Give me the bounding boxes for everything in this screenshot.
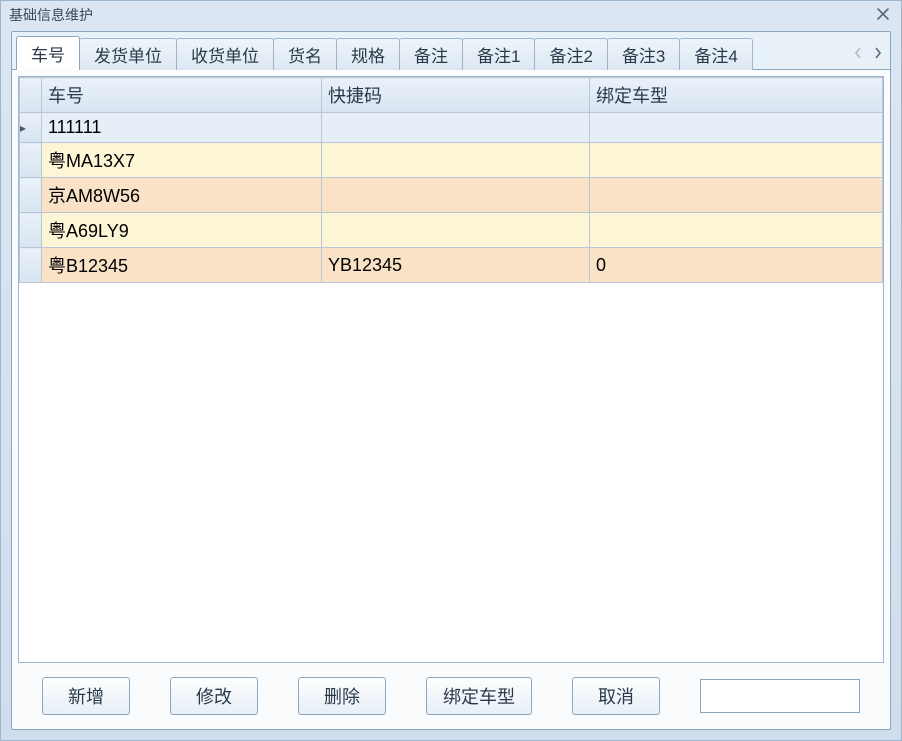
cell-shortcut[interactable] bbox=[322, 113, 590, 143]
tabs-scroll bbox=[842, 37, 890, 69]
cell-bound-model[interactable] bbox=[590, 213, 883, 248]
table-row[interactable]: 粤MA13X7 bbox=[20, 143, 883, 178]
cancel-button[interactable]: 取消 bbox=[572, 677, 660, 715]
cell-shortcut[interactable]: YB12345 bbox=[322, 248, 590, 283]
cell-bound-model[interactable]: 0 bbox=[590, 248, 883, 283]
close-icon bbox=[876, 7, 890, 21]
table-row[interactable]: ▸ 111111 bbox=[20, 113, 883, 143]
cell-vehicle[interactable]: 粤A69LY9 bbox=[42, 213, 322, 248]
tab-label: 发货单位 bbox=[94, 42, 162, 67]
row-header-corner bbox=[20, 78, 42, 113]
cell-shortcut[interactable] bbox=[322, 213, 590, 248]
data-grid[interactable]: 车号 快捷码 绑定车型 ▸ 111111 粤MA13X7 bbox=[19, 77, 883, 283]
tabs-row: 车号 发货单位 收货单位 货名 规格 备注 备注1 备注2 备注3 备注4 bbox=[12, 32, 890, 70]
table-row[interactable]: 粤A69LY9 bbox=[20, 213, 883, 248]
tab-goods[interactable]: 货名 bbox=[273, 38, 337, 70]
tab-remark1[interactable]: 备注1 bbox=[462, 38, 535, 70]
tab-label: 备注1 bbox=[477, 42, 520, 67]
cell-bound-model[interactable] bbox=[590, 113, 883, 143]
col-header-vehicle[interactable]: 车号 bbox=[42, 78, 322, 113]
tab-shipper[interactable]: 发货单位 bbox=[79, 38, 177, 70]
search-input[interactable] bbox=[700, 679, 860, 713]
edit-button[interactable]: 修改 bbox=[170, 677, 258, 715]
tab-label: 收货单位 bbox=[191, 42, 259, 67]
col-header-bound-model[interactable]: 绑定车型 bbox=[590, 78, 883, 113]
cell-shortcut[interactable] bbox=[322, 143, 590, 178]
tab-label: 货名 bbox=[288, 42, 322, 67]
col-header-shortcut[interactable]: 快捷码 bbox=[322, 78, 590, 113]
tab-remark3[interactable]: 备注3 bbox=[607, 38, 680, 70]
tab-spec[interactable]: 规格 bbox=[336, 38, 400, 70]
chevron-left-icon bbox=[854, 47, 862, 59]
tab-remark[interactable]: 备注 bbox=[399, 38, 463, 70]
cell-vehicle[interactable]: 京AM8W56 bbox=[42, 178, 322, 213]
bind-model-button[interactable]: 绑定车型 bbox=[426, 677, 532, 715]
cell-vehicle[interactable]: 粤B12345 bbox=[42, 248, 322, 283]
row-pointer bbox=[20, 248, 42, 283]
tab-label: 备注 bbox=[414, 42, 448, 67]
titlebar: 基础信息维护 bbox=[1, 1, 901, 29]
row-pointer bbox=[20, 178, 42, 213]
table-row[interactable]: 京AM8W56 bbox=[20, 178, 883, 213]
table-header-row: 车号 快捷码 绑定车型 bbox=[20, 78, 883, 113]
tab-label: 备注4 bbox=[694, 42, 737, 67]
tab-remark4[interactable]: 备注4 bbox=[679, 38, 752, 70]
row-pointer: ▸ bbox=[20, 113, 42, 143]
close-button[interactable] bbox=[873, 5, 893, 23]
chevron-right-icon bbox=[874, 47, 882, 59]
tab-label: 备注2 bbox=[549, 42, 592, 67]
tabs-scroll-right[interactable] bbox=[870, 43, 886, 63]
cell-shortcut[interactable] bbox=[322, 178, 590, 213]
row-pointer bbox=[20, 213, 42, 248]
add-button[interactable]: 新增 bbox=[42, 677, 130, 715]
tab-remark2[interactable]: 备注2 bbox=[534, 38, 607, 70]
main-window: 基础信息维护 车号 发货单位 收货单位 货名 规格 备注 备注1 备注2 备注3… bbox=[0, 0, 902, 741]
cell-bound-model[interactable] bbox=[590, 143, 883, 178]
data-grid-wrap: 车号 快捷码 绑定车型 ▸ 111111 粤MA13X7 bbox=[18, 76, 884, 663]
tab-vehicle-number[interactable]: 车号 bbox=[16, 36, 80, 70]
tab-label: 车号 bbox=[31, 41, 65, 66]
cell-bound-model[interactable] bbox=[590, 178, 883, 213]
button-bar: 新增 修改 删除 绑定车型 取消 bbox=[12, 663, 890, 729]
tabs-scroll-left[interactable] bbox=[850, 43, 866, 63]
delete-button[interactable]: 删除 bbox=[298, 677, 386, 715]
tab-label: 规格 bbox=[351, 42, 385, 67]
tab-label: 备注3 bbox=[622, 42, 665, 67]
cell-vehicle[interactable]: 111111 bbox=[42, 113, 322, 143]
tab-receiver[interactable]: 收货单位 bbox=[176, 38, 274, 70]
window-title: 基础信息维护 bbox=[9, 5, 93, 25]
row-pointer bbox=[20, 143, 42, 178]
content-panel: 车号 发货单位 收货单位 货名 规格 备注 备注1 备注2 备注3 备注4 bbox=[11, 31, 891, 730]
table-row[interactable]: 粤B12345 YB12345 0 bbox=[20, 248, 883, 283]
cell-vehicle[interactable]: 粤MA13X7 bbox=[42, 143, 322, 178]
